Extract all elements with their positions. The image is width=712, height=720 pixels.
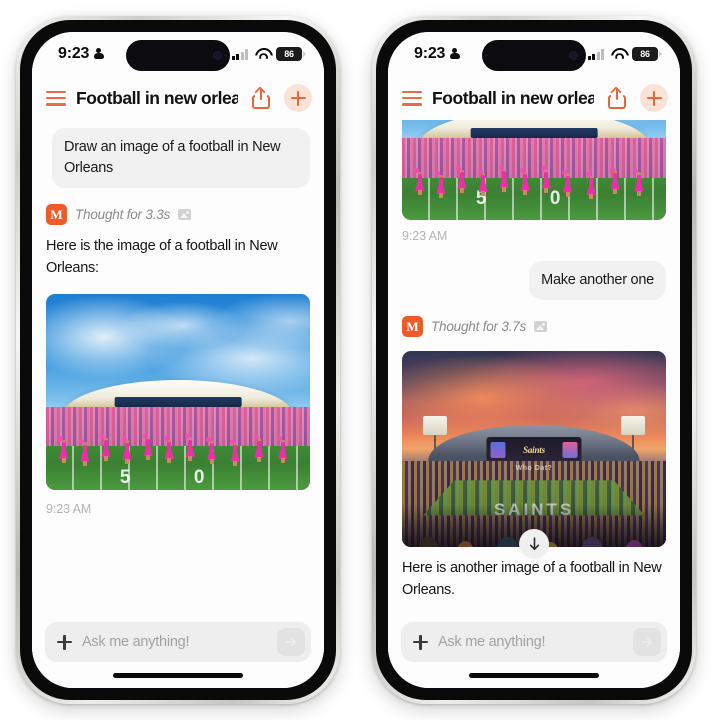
phone-left-bezel: 9:23 86 Football in new orlea Draw an im… <box>20 20 336 700</box>
front-camera-icon <box>569 51 578 60</box>
battery-level-label: 86 <box>284 49 294 59</box>
attach-plus-icon[interactable] <box>413 634 428 650</box>
yard-number: 5 <box>119 466 131 488</box>
generated-image-day-cropped[interactable]: 5 0 <box>402 120 666 220</box>
home-indicator-area <box>388 662 680 688</box>
generated-image-day[interactable]: 5 0 <box>46 293 310 490</box>
status-bar-right: 86 <box>587 47 662 61</box>
screenshot-stage: 9:23 86 Football in new orlea Draw an im… <box>0 0 712 720</box>
battery-icon: 86 <box>276 47 306 61</box>
status-time: 9:23 <box>58 45 90 62</box>
status-bar-left: 9:23 <box>414 45 460 63</box>
battery-level-label: 86 <box>640 49 650 59</box>
generated-image-dusk[interactable]: Saints Who Dat? SAINTS <box>402 351 666 548</box>
share-icon[interactable] <box>604 85 630 111</box>
phone-right-screen: 9:23 86 Football in new orlea 5 0 9:23 A… <box>388 32 680 688</box>
phone-right-bezel: 9:23 86 Football in new orlea 5 0 9:23 A… <box>376 20 692 700</box>
message-timestamp: 9:23 AM <box>402 229 448 243</box>
stadium-light-tower <box>423 415 447 463</box>
app-header: Football in new orleans <box>32 76 324 120</box>
page-title: Football in new orleans <box>432 87 594 108</box>
message-input[interactable]: Ask me anything! <box>438 634 623 650</box>
stadium-ribbon-board <box>470 128 598 138</box>
arrow-down-icon <box>529 537 539 550</box>
brand-logo-letter: M <box>50 207 63 223</box>
cellular-signal-icon <box>231 48 248 60</box>
phone-right: 9:23 86 Football in new orlea 5 0 9:23 A… <box>372 16 696 704</box>
composer-right: Ask me anything! <box>388 615 680 662</box>
status-bar: 9:23 86 <box>388 32 680 76</box>
user-message-bubble: Make another one <box>529 261 666 301</box>
stadium-scoreboard: Saints <box>486 437 582 463</box>
image-attachment-icon[interactable] <box>178 209 192 221</box>
composer-bar[interactable]: Ask me anything! <box>45 622 311 662</box>
attach-plus-icon[interactable] <box>57 634 72 650</box>
thought-duration-label: Thought for 3.7s <box>431 319 527 335</box>
status-bar: 9:23 86 <box>32 32 324 76</box>
home-indicator-area <box>32 662 324 688</box>
hamburger-menu-icon[interactable] <box>402 90 422 106</box>
home-indicator[interactable] <box>469 672 599 678</box>
brand-logo-icon: M <box>46 204 67 226</box>
battery-icon: 86 <box>632 47 662 61</box>
conversation-right[interactable]: 5 0 9:23 AM Make another one M Thought f… <box>388 120 680 615</box>
person-icon <box>93 48 104 60</box>
conversation-left[interactable]: Draw an image of a football in New Orlea… <box>32 120 324 615</box>
message-timestamp: 9:23 AM <box>46 501 92 516</box>
cheerleader-row <box>46 427 310 470</box>
status-bar-right: 86 <box>231 47 306 61</box>
message-input[interactable]: Ask me anything! <box>82 634 267 650</box>
brand-logo-letter: M <box>406 319 419 335</box>
arrow-right-icon <box>285 637 296 647</box>
thought-duration-label: Thought for 3.3s <box>75 207 171 223</box>
dynamic-island <box>482 40 586 71</box>
hamburger-menu-icon[interactable] <box>46 90 66 106</box>
assistant-thought-row: M Thought for 3.7s <box>402 316 666 338</box>
assistant-message-text: Here is another image of a football in N… <box>402 560 662 598</box>
new-chat-button[interactable] <box>640 84 668 112</box>
scroll-to-bottom-button[interactable] <box>519 529 549 559</box>
stadium-light-tower <box>621 415 645 463</box>
dynamic-island <box>126 40 230 71</box>
brand-logo-icon: M <box>402 316 423 338</box>
assistant-message-text: Here is the image of a football in New O… <box>46 238 278 276</box>
composer-left: Ask me anything! <box>32 615 324 662</box>
stadium-ribbon-board <box>114 397 242 408</box>
status-bar-left: 9:23 <box>58 45 104 63</box>
composer-bar[interactable]: Ask me anything! <box>401 622 667 662</box>
conversation-left-content: Draw an image of a football in New Orlea… <box>46 128 310 516</box>
phone-left-screen: 9:23 86 Football in new orlea Draw an im… <box>32 32 324 688</box>
wifi-icon <box>254 48 270 60</box>
front-camera-icon <box>213 51 222 60</box>
app-header: Football in new orleans <box>388 76 680 120</box>
send-button[interactable] <box>633 628 661 656</box>
scoreboard-label: Saints <box>523 444 545 455</box>
arrow-right-icon <box>641 637 652 647</box>
share-icon[interactable] <box>248 85 274 111</box>
page-title: Football in new orleans <box>76 87 238 108</box>
cheerleader-row <box>402 154 666 204</box>
send-button[interactable] <box>277 628 305 656</box>
status-time: 9:23 <box>414 45 446 62</box>
who-dat-banner: Who Dat? <box>515 464 553 472</box>
assistant-thought-row: M Thought for 3.3s <box>46 204 310 226</box>
new-chat-button[interactable] <box>284 84 312 112</box>
person-icon <box>449 48 460 60</box>
user-message-bubble: Draw an image of a football in New Orlea… <box>52 128 310 189</box>
wifi-icon <box>610 48 626 60</box>
phone-left: 9:23 86 Football in new orlea Draw an im… <box>16 16 340 704</box>
yard-number: 0 <box>193 466 205 488</box>
home-indicator[interactable] <box>113 672 243 678</box>
cellular-signal-icon <box>587 48 604 60</box>
image-attachment-icon[interactable] <box>534 321 548 333</box>
